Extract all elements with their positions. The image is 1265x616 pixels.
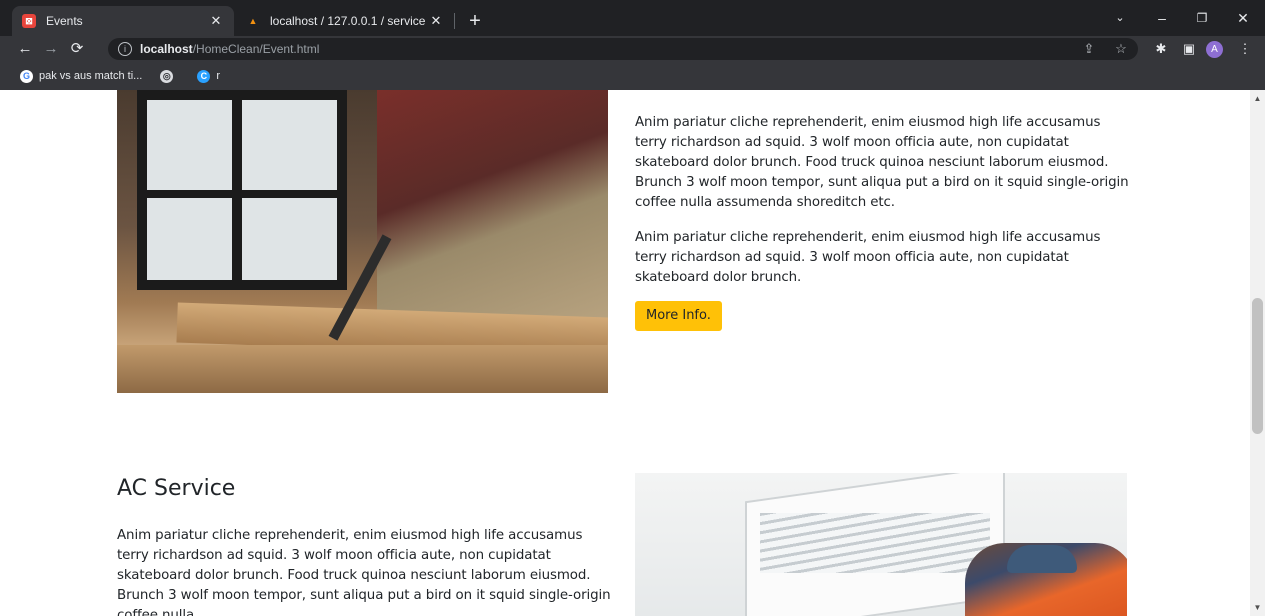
ac-technician-image [635,473,1127,616]
address-bar[interactable]: i localhost/HomeClean/Event.html ⇪ ☆ [108,38,1138,60]
minimize-button[interactable]: – [1145,4,1179,32]
tab-separator [454,13,455,29]
tab-search-icon[interactable]: ⌄ [1103,4,1137,32]
tab-title: Events [46,14,83,28]
bookmarks-bar: G pak vs aus match ti... ◎ C r [0,62,1265,90]
bookmark-label: pak vs aus match ti... [39,70,143,82]
close-icon[interactable]: ✕ [208,13,224,29]
cap-shape [1007,545,1077,573]
share-icon[interactable]: ⇪ [1080,40,1098,58]
forward-button[interactable]: → [40,36,62,62]
xampp-icon: ⊠ [22,14,36,28]
extensions-icon[interactable]: ✱ [1152,40,1170,58]
carpenter-image [117,90,608,393]
page-viewport: Anim pariatur cliche reprehenderit, enim… [0,90,1250,616]
new-tab-button[interactable]: + [462,8,488,34]
table-shape [117,345,608,393]
service-description-short: Anim pariatur cliche reprehenderit, enim… [635,230,1101,285]
bookmark-label: r [216,70,220,82]
profile-avatar[interactable]: A [1206,41,1223,58]
url-host: localhost [140,42,193,56]
tab-events[interactable]: ⊠ Events ✕ [12,6,234,36]
globe-icon: ◎ [160,69,174,83]
scroll-thumb[interactable] [1252,298,1263,434]
info-icon[interactable]: i [118,42,132,56]
tab-strip: ⊠ Events ✕ ▲ localhost / 127.0.0.1 / ser… [0,0,1265,36]
close-window-button[interactable]: ✕ [1226,4,1260,32]
bookmark-item[interactable]: G pak vs aus match ti... [20,69,143,83]
restore-button[interactable]: ❐ [1185,4,1219,32]
cortana-icon: C [197,69,211,83]
phpmyadmin-icon: ▲ [248,16,258,26]
scroll-down-arrow-icon[interactable]: ▼ [1250,603,1265,612]
tab-title: localhost / 127.0.0.1 / service / u: [270,14,428,28]
ac-service-description: Anim pariatur cliche reprehenderit, enim… [117,528,611,616]
google-icon: G [20,69,33,83]
bookmark-star-icon[interactable]: ☆ [1112,40,1130,58]
service-description: Anim pariatur cliche reprehenderit, enim… [635,115,1129,210]
ac-vents-shape [760,513,990,573]
bookmark-item[interactable]: ◎ [160,69,179,83]
section-heading: AC Service [117,476,236,501]
more-info-button[interactable]: More Info. [635,301,722,331]
scroll-up-arrow-icon[interactable]: ▲ [1250,94,1265,103]
url-path: /HomeClean/Event.html [192,42,320,56]
person-shape [377,90,608,320]
bookmark-item[interactable]: C r [197,69,220,83]
menu-icon[interactable]: ⋮ [1236,40,1254,58]
side-panel-icon[interactable]: ▣ [1180,40,1198,58]
reload-button[interactable]: ⟳ [66,36,88,62]
browser-toolbar: ← → ⟳ i localhost/HomeClean/Event.html ⇪… [0,36,1265,62]
close-icon[interactable]: ✕ [428,13,444,29]
back-button[interactable]: ← [14,36,36,62]
tab-phpmyadmin[interactable]: ▲ localhost / 127.0.0.1 / service / u: ✕ [236,6,454,36]
vertical-scrollbar[interactable]: ▲ ▼ [1250,90,1265,616]
window-shape [137,90,347,290]
